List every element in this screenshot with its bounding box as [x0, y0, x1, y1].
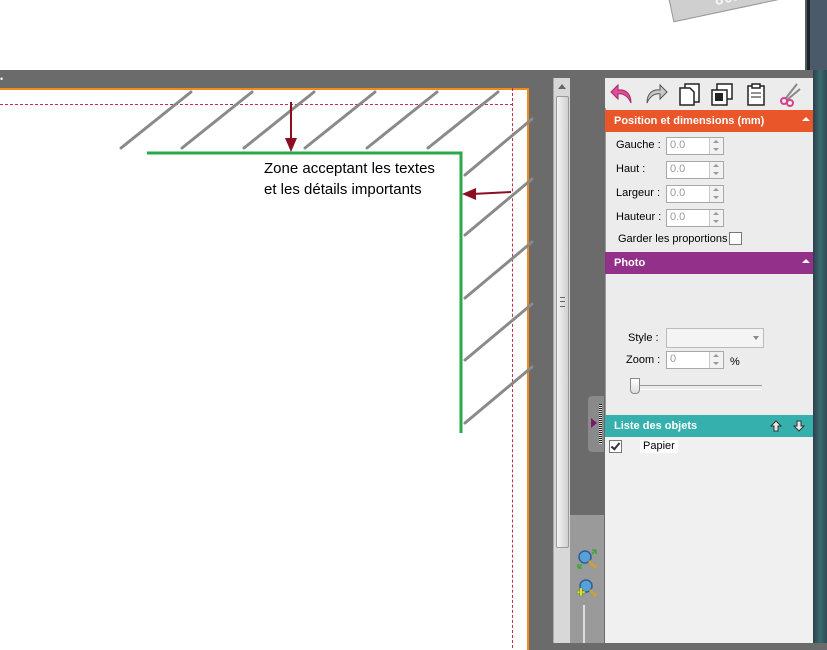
zoom-unit: %: [730, 356, 740, 368]
move-up-icon[interactable]: [770, 420, 782, 432]
zoom-tools: [570, 515, 604, 643]
object-visible-checkbox[interactable]: [609, 440, 622, 453]
photo-section-title: Photo: [614, 257, 646, 269]
desktop-edge: [813, 70, 827, 643]
copy-format-icon[interactable]: [709, 81, 735, 107]
zoom-in-icon[interactable]: [576, 578, 598, 600]
grip-icon: [560, 297, 565, 307]
annotation-drawing: [119, 90, 534, 433]
window-edge: [805, 0, 827, 70]
top-input[interactable]: [667, 162, 708, 176]
zoom-label: Zoom :: [626, 354, 661, 366]
photo-zoom-slider[interactable]: [630, 378, 762, 394]
collapse-up-icon[interactable]: [802, 117, 810, 121]
objects-section-title: Liste des objets: [614, 420, 698, 432]
left-label: Gauche :: [616, 139, 661, 151]
zoom-field[interactable]: [666, 351, 724, 369]
width-input[interactable]: [667, 186, 708, 200]
hatch-lines: [119, 90, 534, 425]
zoom-fit-icon[interactable]: [576, 548, 598, 570]
slider-knob[interactable]: [630, 378, 640, 394]
style-label: Style :: [628, 332, 659, 344]
arrow-down: [285, 102, 297, 152]
width-field[interactable]: [666, 185, 724, 203]
width-label: Largeur :: [616, 187, 661, 199]
keep-proportions-label: Garder les proportions: [618, 233, 728, 245]
scrollbar-thumb[interactable]: [556, 96, 569, 548]
object-item-paper[interactable]: Papier: [640, 440, 678, 453]
top-label: Haut :: [616, 163, 646, 175]
top-field[interactable]: [666, 161, 724, 179]
objects-list: [605, 437, 813, 643]
left-field[interactable]: [666, 137, 724, 155]
zoom-slider-track[interactable]: [583, 605, 585, 643]
position-section-header[interactable]: Position et dimensions (mm): [605, 110, 813, 132]
collapse-up-icon[interactable]: [802, 259, 810, 263]
panel-toolbar: [605, 78, 813, 108]
undo-icon[interactable]: [609, 81, 635, 107]
vertical-scrollbar[interactable]: [553, 78, 570, 643]
height-label: Hauteur :: [616, 211, 662, 223]
spinner-buttons[interactable]: [709, 210, 723, 226]
scroll-up-icon[interactable]: [558, 84, 566, 89]
redo-icon[interactable]: [643, 81, 669, 107]
spinner-buttons[interactable]: [709, 162, 723, 178]
cut-icon[interactable]: [777, 81, 803, 107]
photo-section-header[interactable]: Photo: [605, 252, 813, 274]
move-down-icon[interactable]: [793, 420, 805, 432]
paste-icon[interactable]: [743, 81, 769, 107]
zoom-input[interactable]: [667, 352, 708, 366]
position-section-title: Position et dimensions (mm): [614, 115, 765, 127]
spinner-buttons[interactable]: [709, 352, 723, 368]
copy-icon[interactable]: [676, 81, 702, 107]
chevron-down-icon: [753, 336, 759, 340]
height-input[interactable]: [667, 210, 708, 224]
keep-proportions-checkbox[interactable]: [729, 232, 742, 245]
panel-collapse-handle[interactable]: [588, 396, 604, 452]
grip-icon: [599, 404, 602, 444]
left-input[interactable]: [667, 138, 708, 152]
spinner-buttons[interactable]: [709, 186, 723, 202]
style-select[interactable]: [666, 328, 764, 348]
spinner-buttons[interactable]: [709, 138, 723, 154]
annotation-label: Zone acceptant les textes et les détails…: [264, 158, 484, 200]
collapse-arrow-icon: [591, 418, 597, 428]
annotation-line-2: et les détails importants: [264, 181, 422, 198]
annotation-line-1: Zone acceptant les textes: [264, 160, 435, 177]
height-field[interactable]: [666, 209, 724, 227]
